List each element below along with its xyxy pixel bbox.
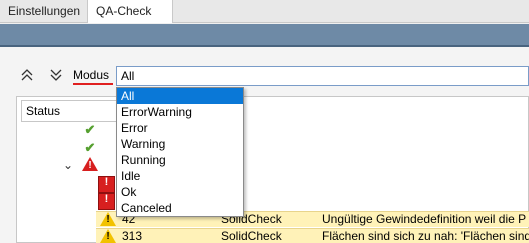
tab-qa-check[interactable]: QA-Check — [87, 0, 173, 23]
tab-einstellungen[interactable]: Einstellungen — [0, 0, 86, 23]
error-icon — [98, 176, 115, 193]
dropdown-option-ok[interactable]: Ok — [117, 184, 243, 200]
modus-underline — [73, 83, 113, 85]
status-column-header[interactable]: Status — [21, 100, 123, 122]
dropdown-option-all[interactable]: All — [117, 88, 243, 104]
error-mark: ! — [88, 160, 92, 171]
double-chevron-up-icon[interactable] — [20, 68, 34, 82]
row-message: Flächen sind sich zu nah: 'Flächen sind — [322, 229, 529, 243]
table-row[interactable]: 313 SolidCheck Flächen sind sich zu nah:… — [96, 228, 529, 243]
modus-label: Modus — [73, 68, 110, 82]
dropdown-option-warning[interactable]: Warning — [117, 136, 243, 152]
modus-select[interactable]: All — [116, 66, 529, 86]
row-number: 313 — [122, 229, 143, 243]
ok-check-icon: ✔ — [84, 140, 96, 155]
dropdown-option-canceled[interactable]: Canceled — [117, 200, 243, 216]
row-type: SolidCheck — [221, 229, 282, 243]
chevron-down-icon[interactable]: ⌄ — [60, 157, 76, 173]
dropdown-option-idle[interactable]: Idle — [117, 168, 243, 184]
row-message: Ungültige Gewindedefinition weil die P — [322, 212, 527, 226]
modus-dropdown-list: All ErrorWarning Error Warning Running I… — [116, 87, 244, 217]
dropdown-option-running[interactable]: Running — [117, 152, 243, 168]
double-chevron-down-icon[interactable] — [49, 68, 63, 82]
tab-bar: Einstellungen QA-Check — [0, 0, 529, 23]
warning-mark: ! — [106, 214, 110, 225]
error-icon — [98, 193, 115, 210]
dropdown-option-error[interactable]: Error — [117, 120, 243, 136]
warning-mark: ! — [106, 231, 110, 242]
ok-check-icon: ✔ — [84, 122, 96, 137]
ribbon-bar — [0, 24, 529, 46]
dropdown-option-errorwarning[interactable]: ErrorWarning — [117, 104, 243, 120]
